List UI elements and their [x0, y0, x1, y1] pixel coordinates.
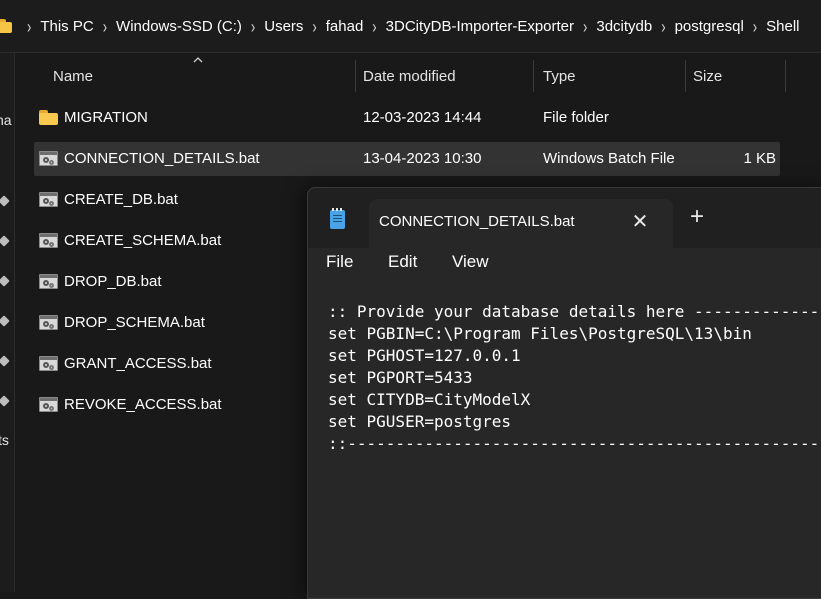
column-divider[interactable]	[785, 60, 786, 92]
chevron-right-icon[interactable]: ›	[753, 16, 757, 37]
notepad-text-area[interactable]: :: Provide your database details here --…	[328, 301, 821, 598]
pin-icon	[0, 275, 10, 287]
breadcrumb: › This PC › Windows-SSD (C:) › Users › f…	[0, 0, 821, 53]
file-name: CREATE_SCHEMA.bat	[64, 232, 222, 249]
chevron-right-icon[interactable]: ›	[251, 16, 255, 37]
nav-item-label[interactable]: ts	[0, 432, 9, 448]
pin-icon	[0, 195, 10, 207]
pane-divider[interactable]	[14, 53, 15, 592]
breadcrumb-windows-ssd[interactable]: Windows-SSD (C:)	[116, 18, 242, 35]
batch-file-icon	[39, 151, 58, 166]
chevron-right-icon[interactable]: ›	[583, 16, 587, 37]
file-name: DROP_SCHEMA.bat	[64, 314, 205, 331]
code-line: set PGPORT=5433	[328, 368, 473, 387]
breadcrumb-postgresql[interactable]: postgresql	[675, 18, 744, 35]
code-line: :: Provide your database details here --…	[328, 302, 821, 321]
code-line: set PGBIN=C:\Program Files\PostgreSQL\13…	[328, 324, 752, 343]
file-name: MIGRATION	[64, 109, 148, 126]
file-name: DROP_DB.bat	[64, 273, 162, 290]
batch-file-icon	[39, 356, 58, 371]
chevron-right-icon[interactable]: ›	[372, 16, 376, 37]
file-date-modified: 12-03-2023 14:44	[363, 109, 482, 126]
folder-icon	[0, 19, 12, 33]
column-header-size[interactable]: Size	[693, 60, 783, 94]
batch-file-icon	[39, 192, 58, 207]
folder-icon	[39, 110, 58, 125]
breadcrumb-3dcitydb[interactable]: 3dcitydb	[596, 18, 652, 35]
file-name: GRANT_ACCESS.bat	[64, 355, 212, 372]
notepad-icon	[330, 208, 345, 229]
file-type: Windows Batch File	[543, 150, 675, 167]
nav-item-label[interactable]: na	[0, 112, 12, 128]
batch-file-icon	[39, 397, 58, 412]
breadcrumb-shell[interactable]: Shell	[766, 18, 799, 35]
notepad-title-bar[interactable]: CONNECTION_DETAILS.bat ✕ +	[308, 188, 821, 248]
close-icon[interactable]: ✕	[629, 211, 651, 233]
column-header-name[interactable]: Name	[53, 60, 353, 94]
pin-icon	[0, 355, 10, 367]
batch-file-icon	[39, 315, 58, 330]
pin-icon	[0, 235, 10, 247]
file-size: 1 KB	[743, 150, 776, 167]
menu-view[interactable]: View	[452, 252, 489, 272]
code-line: ::--------------------------------------…	[328, 434, 821, 453]
chevron-right-icon[interactable]: ›	[103, 16, 107, 37]
pin-icon	[0, 395, 10, 407]
breadcrumb-fahad[interactable]: fahad	[326, 18, 364, 35]
menu-edit[interactable]: Edit	[388, 252, 417, 272]
menu-file[interactable]: File	[326, 252, 353, 272]
column-divider[interactable]	[533, 60, 534, 92]
file-name: REVOKE_ACCESS.bat	[64, 396, 222, 413]
file-row-connection-details[interactable]: CONNECTION_DETAILS.bat 13-04-2023 10:30 …	[34, 142, 780, 176]
chevron-right-icon: ›	[27, 15, 32, 37]
notepad-menu-bar: File Edit View	[308, 248, 821, 282]
column-divider[interactable]	[685, 60, 686, 92]
file-date-modified: 13-04-2023 10:30	[363, 150, 482, 167]
navigation-pane: na ts	[0, 53, 14, 592]
pin-icon	[0, 315, 10, 327]
breadcrumb-this-pc[interactable]: This PC	[40, 18, 93, 35]
column-header-date-modified[interactable]: Date modified	[363, 60, 533, 94]
batch-file-icon	[39, 274, 58, 289]
breadcrumb-3dcitydb-importer-exporter[interactable]: 3DCityDB-Importer-Exporter	[386, 18, 574, 35]
chevron-right-icon[interactable]: ›	[312, 16, 316, 37]
breadcrumb-users[interactable]: Users	[264, 18, 303, 35]
column-divider[interactable]	[355, 60, 356, 92]
code-line: set CITYDB=CityModelX	[328, 390, 531, 409]
code-line: set PGHOST=127.0.0.1	[328, 346, 521, 365]
file-row-migration[interactable]: MIGRATION 12-03-2023 14:44 File folder	[34, 101, 780, 135]
add-tab-icon[interactable]: +	[686, 205, 708, 229]
code-line: set PGUSER=postgres	[328, 412, 512, 431]
notepad-window: CONNECTION_DETAILS.bat ✕ + File Edit Vie…	[307, 187, 821, 599]
file-type: File folder	[543, 109, 609, 126]
batch-file-icon	[39, 233, 58, 248]
notepad-tab[interactable]: CONNECTION_DETAILS.bat ✕	[369, 199, 673, 248]
column-header-type[interactable]: Type	[543, 60, 683, 94]
file-name: CONNECTION_DETAILS.bat	[64, 150, 260, 167]
file-name: CREATE_DB.bat	[64, 191, 178, 208]
notepad-tab-title: CONNECTION_DETAILS.bat	[379, 213, 575, 230]
chevron-right-icon[interactable]: ›	[661, 16, 665, 37]
